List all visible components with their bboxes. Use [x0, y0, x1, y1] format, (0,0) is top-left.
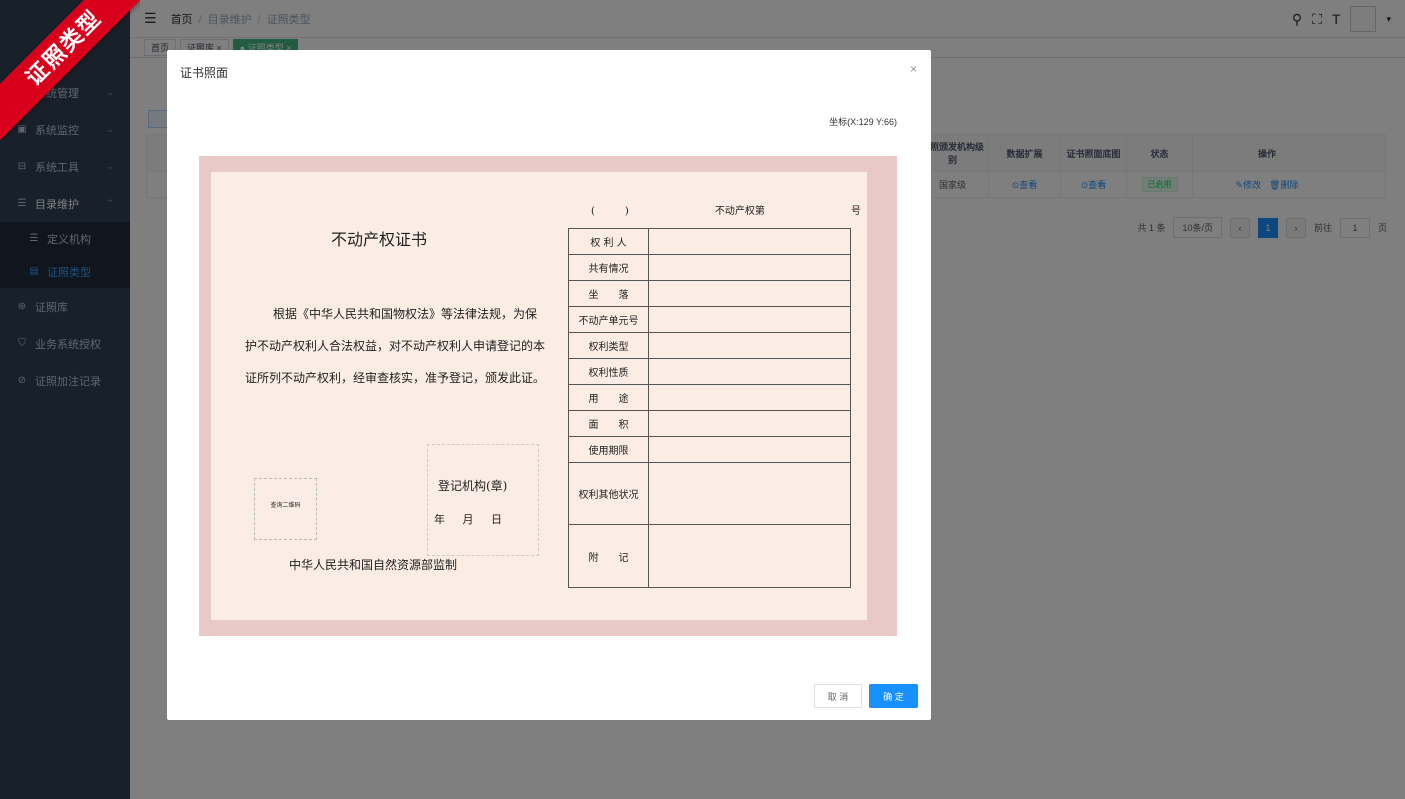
- rights-row: 坐 落: [569, 281, 850, 307]
- certificate-paragraph: 根据《中华人民共和国物权法》等法律法规，为保护不动产权利人合法权益，对不动产权利…: [245, 307, 546, 385]
- rights-value: [649, 281, 850, 306]
- app-root: 👤 系统管理 ⌄ ▣ 系统监控 ⌄ ⊟ 系统工具 ⌄ ☰ 目录维护 ⌃ ☰ 定义…: [0, 0, 1405, 799]
- ribbon-wrapper: 证照类型: [0, 0, 140, 140]
- rights-value: [649, 525, 850, 587]
- cert-number-suffix: 号: [851, 206, 861, 217]
- cancel-button[interactable]: 取 消: [814, 684, 862, 708]
- rights-label: 用 途: [569, 385, 649, 410]
- cert-face-dialog: 证书照面 × 坐标(X:129 Y:66) 不动产权证书 根据《中华人民共和国物…: [167, 50, 931, 720]
- certificate-frame[interactable]: 不动产权证书 根据《中华人民共和国物权法》等法律法规，为保护不动产权利人合法权益…: [199, 156, 897, 636]
- rights-label: 面 积: [569, 411, 649, 436]
- certificate-footer: 中华人民共和国自然资源部监制: [289, 558, 458, 572]
- rights-value: [649, 463, 850, 524]
- rights-row: 权利类型: [569, 333, 850, 359]
- certificate-title: 不动产权证书: [331, 230, 428, 249]
- rights-label: 附 记: [569, 525, 649, 587]
- rights-row: 附 记: [569, 525, 850, 587]
- rights-label: 权利其他状况: [569, 463, 649, 524]
- seal-date: 年 月 日: [434, 513, 502, 526]
- rights-row: 不动产单元号: [569, 307, 850, 333]
- rights-table: 权 利 人 共有情况 坐 落 不动产单元号 权利类型 权利性质 用 途 面 积 …: [568, 228, 851, 588]
- rights-label: 权利性质: [569, 359, 649, 384]
- rights-row: 共有情况: [569, 255, 850, 281]
- rights-row: 权 利 人: [569, 229, 850, 255]
- dialog-title: 证书照面: [180, 66, 229, 80]
- corner-ribbon: 证照类型: [0, 0, 140, 140]
- qr-code-placeholder: 查询二维码: [254, 478, 317, 540]
- rights-value: [649, 359, 850, 384]
- rights-row: 权利性质: [569, 359, 850, 385]
- rights-value: [649, 437, 850, 462]
- cert-number-paren: ( ): [591, 206, 629, 217]
- rights-row: 权利其他状况: [569, 463, 850, 525]
- cert-number-prefix: 不动产权第: [714, 206, 765, 217]
- rights-value: [649, 255, 850, 280]
- confirm-button[interactable]: 确 定: [869, 684, 918, 708]
- rights-label: 权利类型: [569, 333, 649, 358]
- rights-value: [649, 229, 850, 254]
- rights-value: [649, 307, 850, 332]
- rights-label: 不动产单元号: [569, 307, 649, 332]
- rights-row: 面 积: [569, 411, 850, 437]
- rights-row: 使用期限: [569, 437, 850, 463]
- close-icon[interactable]: ×: [910, 62, 917, 76]
- seal-area: 登记机构(章) 年 月 日: [427, 444, 539, 556]
- certificate-number-line: ( ) 不动产权第 号: [591, 202, 861, 217]
- rights-label: 共有情况: [569, 255, 649, 280]
- rights-label: 权 利 人: [569, 229, 649, 254]
- rights-label: 使用期限: [569, 437, 649, 462]
- seal-title: 登记机构(章): [438, 479, 508, 493]
- rights-label: 坐 落: [569, 281, 649, 306]
- rights-value: [649, 333, 850, 358]
- coordinate-readout: 坐标(X:129 Y:66): [829, 117, 897, 127]
- rights-value: [649, 385, 850, 410]
- certificate-page: 不动产权证书 根据《中华人民共和国物权法》等法律法规，为保护不动产权利人合法权益…: [211, 172, 867, 620]
- rights-row: 用 途: [569, 385, 850, 411]
- rights-value: [649, 411, 850, 436]
